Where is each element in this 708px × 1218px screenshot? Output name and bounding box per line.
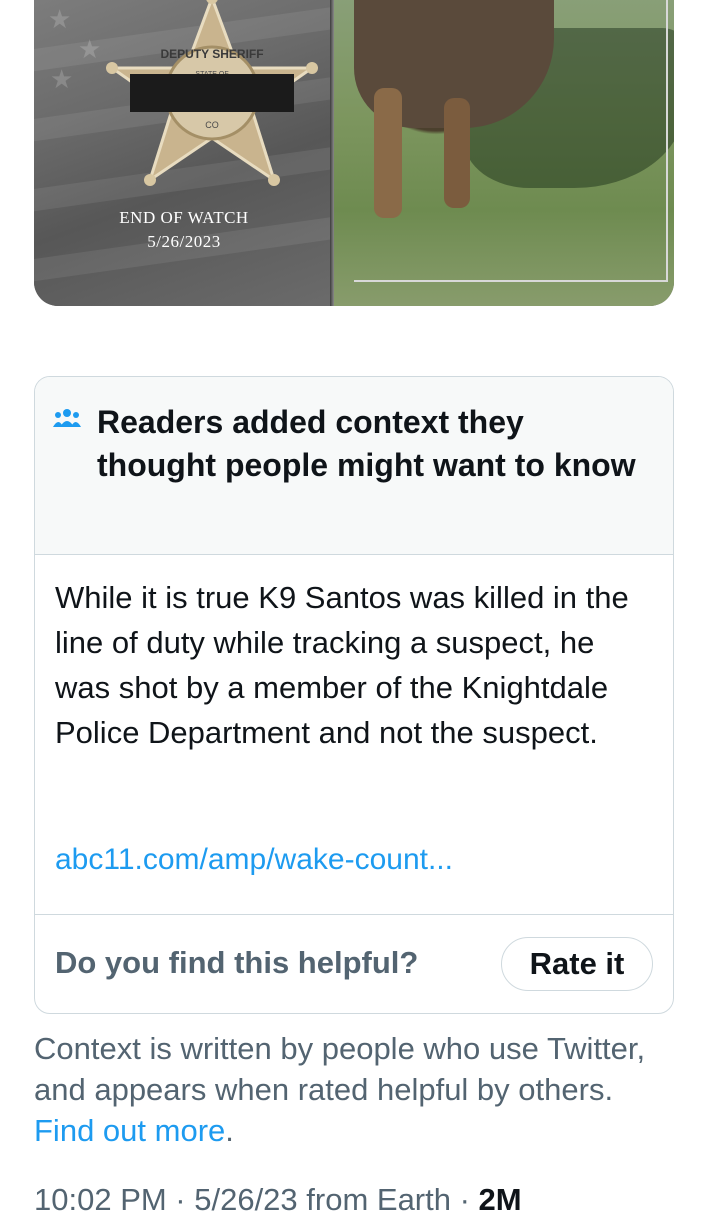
note-source-link[interactable]: abc11.com/amp/wake-count...: [55, 843, 453, 877]
end-of-watch-date: 5/26/2023: [147, 232, 221, 251]
note-body: While it is true K9 Santos was killed in…: [55, 580, 629, 750]
find-out-more-link[interactable]: Find out more: [34, 1113, 225, 1148]
svg-text:CO: CO: [205, 120, 219, 130]
context-explanation: Context is written by people who use Twi…: [34, 1028, 674, 1151]
photo-frame: [354, 0, 668, 282]
end-of-watch-label: END OF WATCH: [119, 208, 249, 227]
memorial-image[interactable]: ★ ★ ★ DEPUTY SHERIFF STATE OF CO END OF …: [34, 0, 674, 306]
tweet-meta: 10:02 PM · 5/26/23 from Earth · 2M: [34, 1182, 522, 1218]
flag-background: ★ ★ ★ DEPUTY SHERIFF STATE OF CO END OF …: [34, 0, 374, 306]
note-header: Readers added context they thought peopl…: [35, 377, 673, 555]
note-divider: [35, 914, 673, 915]
note-title: Readers added context they thought peopl…: [97, 404, 636, 483]
helpful-question: Do you find this helpful?: [55, 945, 419, 980]
rate-it-button[interactable]: Rate it: [501, 937, 653, 991]
context-text: Context is written by people who use Twi…: [34, 1031, 646, 1107]
community-note-card: Readers added context they thought peopl…: [34, 376, 674, 1014]
svg-text:DEPUTY SHERIFF: DEPUTY SHERIFF: [160, 47, 263, 61]
sheriff-badge-icon: DEPUTY SHERIFF STATE OF CO: [106, 0, 318, 186]
footer-period: .: [225, 1113, 234, 1148]
people-group-icon: [53, 409, 81, 427]
